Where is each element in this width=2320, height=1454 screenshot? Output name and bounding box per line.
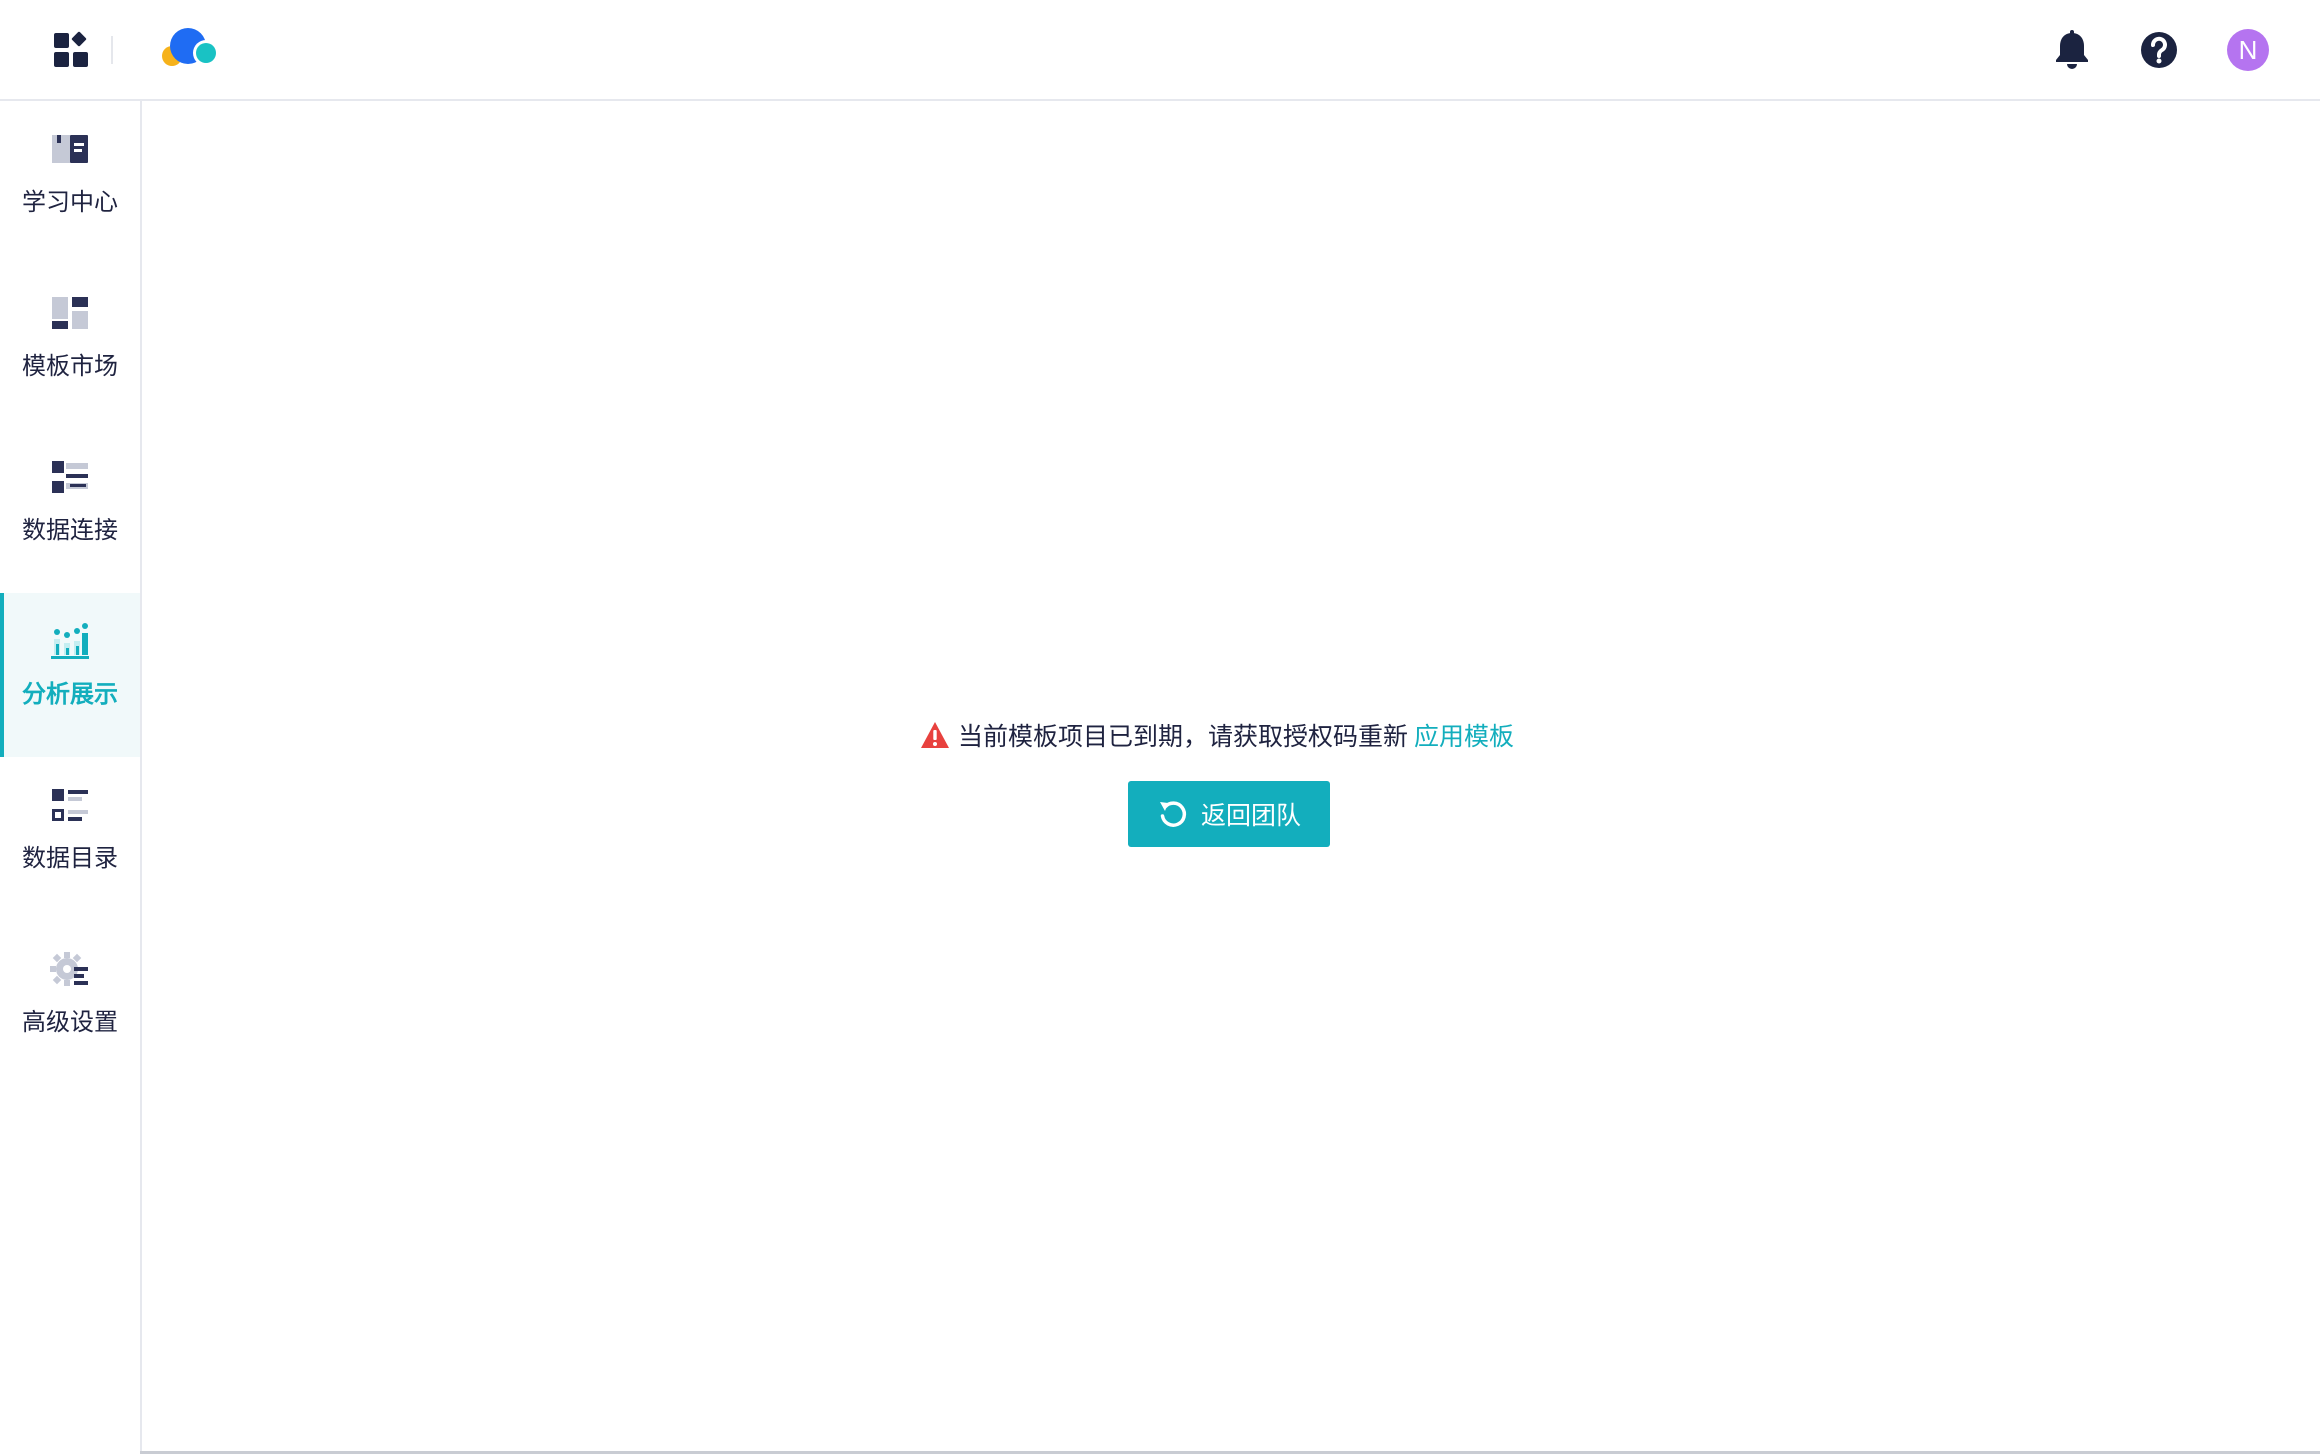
- chart-icon: [51, 623, 89, 659]
- sidebar-item-label: 数据目录: [22, 844, 118, 872]
- sidebar-item-template-market[interactable]: 模板市场: [0, 265, 140, 429]
- header-divider: [111, 36, 113, 64]
- sidebar-item-advanced-settings[interactable]: 高级设置: [0, 921, 140, 1085]
- catalog-icon: [52, 789, 88, 821]
- sidebar-item-label: 高级设置: [22, 1008, 118, 1036]
- data-connect-icon: [52, 461, 88, 493]
- sidebar: 学习中心 模板市场 数据连接 分析展示 数据目录 高级设置: [0, 101, 142, 1454]
- gear-icon: [50, 952, 88, 986]
- apps-grid-icon[interactable]: [52, 30, 92, 70]
- sidebar-item-label: 分析展示: [22, 680, 118, 708]
- book-icon: [52, 135, 88, 163]
- warning-icon: [921, 722, 949, 748]
- template-icon: [52, 297, 88, 329]
- bell-icon[interactable]: [2052, 29, 2092, 71]
- help-icon[interactable]: [2139, 30, 2179, 70]
- user-avatar[interactable]: N: [2227, 29, 2269, 71]
- main-content: 当前模板项目已到期，请获取授权码重新 应用模板 返回团队: [142, 101, 2320, 1454]
- sidebar-item-label: 学习中心: [22, 188, 118, 216]
- back-button-label: 返回团队: [1200, 802, 1301, 830]
- top-header: N: [0, 0, 2320, 101]
- sidebar-item-data-catalog[interactable]: 数据目录: [0, 757, 140, 921]
- sidebar-item-label: 模板市场: [22, 352, 118, 380]
- sidebar-item-analysis-display[interactable]: 分析展示: [0, 593, 140, 757]
- back-to-team-button[interactable]: 返回团队: [1128, 781, 1330, 847]
- apply-template-link[interactable]: 应用模板: [1414, 717, 1514, 753]
- cloud-logo[interactable]: [158, 26, 224, 68]
- expired-notice: 当前模板项目已到期，请获取授权码重新 应用模板: [920, 715, 1514, 755]
- sidebar-item-label: 数据连接: [22, 516, 118, 544]
- notice-text: 当前模板项目已到期，请获取授权码重新: [958, 722, 1409, 751]
- refresh-icon: [1159, 801, 1187, 827]
- sidebar-item-learning-center[interactable]: 学习中心: [0, 101, 140, 265]
- sidebar-item-data-connection[interactable]: 数据连接: [0, 429, 140, 593]
